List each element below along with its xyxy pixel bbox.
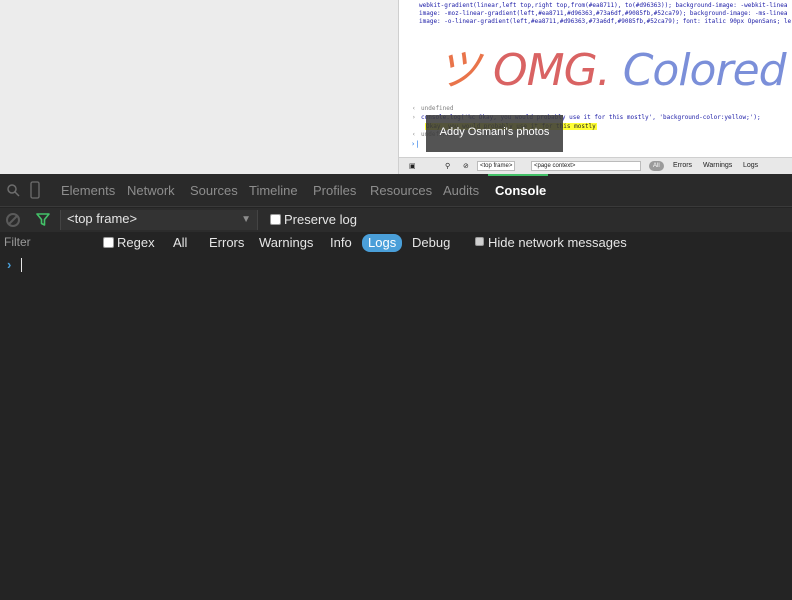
tab-network[interactable]: Network (127, 183, 175, 198)
devtools-tabbar: Elements Network Sources Timeline Profil… (0, 174, 792, 207)
preserve-log-option[interactable]: Preserve log (270, 212, 357, 227)
mini-filter-logs[interactable]: Logs (743, 162, 758, 169)
return-arrow-icon: ‹ (412, 131, 416, 138)
code-line: image: -moz-linear-gradient(left,#ea8711… (419, 10, 788, 17)
level-all[interactable]: All (173, 235, 187, 250)
banner-glyph: ツ (437, 45, 481, 96)
regex-option[interactable]: Regex (103, 235, 155, 250)
tab-sources[interactable]: Sources (190, 183, 238, 198)
tab-console[interactable]: Console (495, 183, 546, 198)
clear-console-icon[interactable] (6, 213, 20, 227)
hide-network-option[interactable]: Hide network messages (475, 235, 627, 250)
tab-profiles[interactable]: Profiles (313, 183, 356, 198)
banner-word-omg: OMG. (493, 45, 611, 96)
mini-filter-errors[interactable]: Errors (673, 162, 692, 169)
tab-resources[interactable]: Resources (370, 183, 432, 198)
tab-audits[interactable]: Audits (443, 183, 479, 198)
frame-select-value: <top frame> (67, 211, 138, 226)
level-warnings[interactable]: Warnings (259, 235, 313, 250)
tab-elements[interactable]: Elements (61, 183, 115, 198)
clear-icon[interactable]: ⊘ (463, 162, 469, 170)
mini-console-toolbar: ▣ ⚲ ⊘ <top frame> <page context> All Err… (399, 157, 792, 174)
mini-filter-warnings[interactable]: Warnings (703, 162, 732, 169)
image-tooltip: Addy Osmani's photos (426, 115, 563, 152)
console-toolbar: <top frame> ▼ Preserve log (0, 208, 792, 232)
console-messages[interactable]: › (0, 254, 792, 600)
search-icon[interactable]: ⚲ (445, 162, 450, 170)
active-tab-indicator (488, 174, 548, 176)
input-arrow-icon: › (412, 114, 416, 121)
mini-filter-all[interactable]: All (649, 161, 664, 171)
preserve-log-checkbox[interactable] (270, 214, 281, 226)
tab-timeline[interactable]: Timeline (249, 183, 298, 198)
mini-context-select[interactable]: <page context> (531, 161, 641, 171)
prompt-chevron-icon: › (7, 257, 12, 272)
page-viewport: webkit-gradient(linear,left top,right to… (0, 0, 792, 174)
return-arrow-icon: ‹ (412, 105, 416, 112)
code-line: image: -o-linear-gradient(left,#ea8711,#… (419, 18, 792, 25)
banner-word-colored: Colored (622, 45, 787, 96)
frame-select[interactable]: <top frame> ▼ (60, 210, 258, 230)
regex-label: Regex (117, 235, 155, 250)
filter-input[interactable]: Filter (4, 235, 31, 249)
dock-icon[interactable]: ▣ (409, 162, 416, 170)
colored-banner: ツ OMG. Colored (437, 34, 787, 98)
level-errors[interactable]: Errors (209, 235, 244, 250)
mini-console-prompt: ›| (411, 140, 420, 148)
chevron-down-icon: ▼ (241, 214, 251, 225)
device-mode-icon[interactable] (30, 181, 40, 202)
mini-frame-select[interactable]: <top frame> (477, 161, 516, 171)
inspect-icon[interactable] (6, 183, 20, 200)
level-debug[interactable]: Debug (412, 235, 450, 250)
filter-icon[interactable] (36, 213, 50, 229)
console-filter-bar: Filter Regex All Errors Warnings Info Lo… (0, 232, 792, 254)
console-result: undefined (421, 105, 454, 112)
level-info[interactable]: Info (330, 235, 352, 250)
preserve-log-label: Preserve log (284, 212, 357, 227)
hide-network-checkbox[interactable] (475, 237, 484, 247)
hide-network-label: Hide network messages (488, 235, 627, 250)
level-logs[interactable]: Logs (362, 234, 403, 252)
console-input-caret[interactable] (21, 258, 22, 272)
code-line: webkit-gradient(linear,left top,right to… (419, 2, 788, 9)
regex-checkbox[interactable] (103, 237, 114, 249)
